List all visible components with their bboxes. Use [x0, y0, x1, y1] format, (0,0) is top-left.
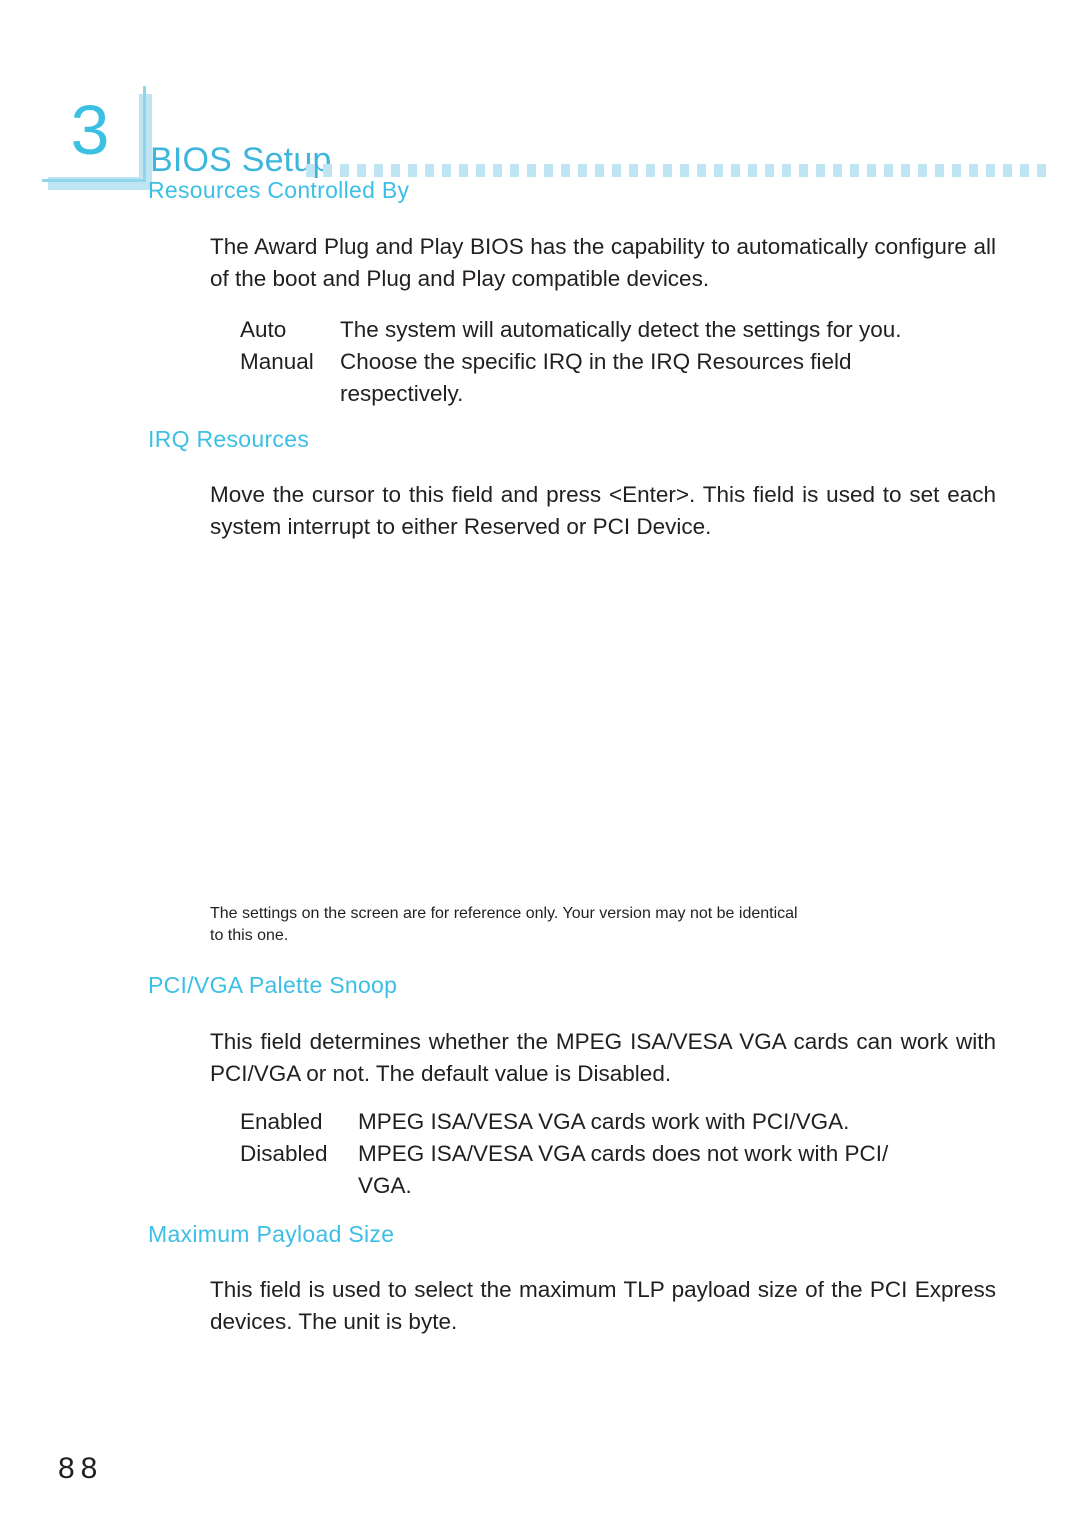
- option-term-enabled: Enabled: [240, 1109, 323, 1134]
- header-dot: [459, 164, 468, 177]
- header-dot: [527, 164, 536, 177]
- section-heading-maximum-payload-size: Maximum Payload Size: [148, 1221, 395, 1247]
- header-dot: [425, 164, 434, 177]
- option-desc-disabled: MPEG ISA/VESA VGA cards does not work wi…: [358, 1141, 889, 1166]
- header-dot: [765, 164, 774, 177]
- option-term-auto: Auto: [240, 317, 287, 342]
- header-dot: [595, 164, 604, 177]
- chapter-header: 3 BIOS Setup: [0, 42, 1080, 190]
- header-dot: [935, 164, 944, 177]
- header-dot: [850, 164, 859, 177]
- section-paragraph-pci-vga-palette-snoop: This field determines whether the MPEG I…: [210, 1029, 996, 1086]
- header-dot: [391, 164, 400, 177]
- header-dot: [357, 164, 366, 177]
- section-heading-irq-resources: IRQ Resources: [148, 426, 310, 452]
- option-desc-disabled-continuation: VGA.: [358, 1173, 412, 1198]
- section-heading-resources-controlled-by: Resources Controlled By: [148, 177, 410, 203]
- header-dot: [340, 164, 349, 177]
- header-dot: [884, 164, 893, 177]
- reference-note: The settings on the screen are for refer…: [210, 903, 996, 947]
- section-paragraph-resources-controlled-by: The Award Plug and Play BIOS has the cap…: [210, 234, 996, 291]
- header-dot: [833, 164, 842, 177]
- header-dot: [952, 164, 961, 177]
- section-paragraph-irq-resources: Move the cursor to this field and press …: [210, 482, 996, 539]
- section-paragraph-maximum-payload-size: This field is used to select the maximum…: [210, 1277, 996, 1334]
- header-dot: [493, 164, 502, 177]
- header-dot: [442, 164, 451, 177]
- option-desc-manual: Choose the specific IRQ in the IRQ Resou…: [340, 349, 852, 374]
- section-heading-pci-vga-palette-snoop: PCI/VGA Palette Snoop: [148, 972, 398, 998]
- header-dot: [901, 164, 910, 177]
- header-dot: [544, 164, 553, 177]
- header-dot: [663, 164, 672, 177]
- header-dot: [986, 164, 995, 177]
- header-dot-trail: [306, 164, 1046, 177]
- header-dot: [1020, 164, 1029, 177]
- header-dot: [799, 164, 808, 177]
- bios-screen-image-placeholder: [150, 560, 990, 880]
- header-dot: [510, 164, 519, 177]
- option-term-disabled: Disabled: [240, 1141, 328, 1166]
- header-dot: [476, 164, 485, 177]
- reference-note-line2: to this one.: [210, 927, 289, 944]
- header-dot: [323, 164, 332, 177]
- option-row-manual: Manual Choose the specific IRQ in the IR…: [240, 346, 996, 378]
- header-dot: [629, 164, 638, 177]
- option-desc-auto: The system will automatically detect the…: [340, 317, 902, 342]
- header-dot: [646, 164, 655, 177]
- option-term-manual: Manual: [240, 349, 314, 374]
- header-dot: [374, 164, 383, 177]
- header-dot: [1037, 164, 1046, 177]
- option-row-auto: Auto The system will automatically detec…: [240, 314, 996, 346]
- header-dot: [731, 164, 740, 177]
- header-dot: [680, 164, 689, 177]
- page-number: 88: [58, 1452, 104, 1485]
- header-dot: [612, 164, 621, 177]
- header-dot: [816, 164, 825, 177]
- header-dot: [561, 164, 570, 177]
- header-dot: [782, 164, 791, 177]
- header-dot: [408, 164, 417, 177]
- option-list-pci-vga-palette-snoop: Enabled MPEG ISA/VESA VGA cards work wit…: [240, 1106, 996, 1202]
- header-dot: [748, 164, 757, 177]
- option-desc-manual-continuation: respectively.: [340, 381, 464, 406]
- header-dot: [867, 164, 876, 177]
- reference-note-line1: The settings on the screen are for refer…: [210, 905, 798, 922]
- document-page: 3 BIOS Setup Resources Controlled By The…: [0, 0, 1080, 1528]
- header-dot: [918, 164, 927, 177]
- header-dot: [969, 164, 978, 177]
- header-dot: [714, 164, 723, 177]
- chapter-number: 3: [70, 91, 110, 169]
- option-row-disabled: Disabled MPEG ISA/VESA VGA cards does no…: [240, 1138, 996, 1170]
- option-list-resources-controlled-by: Auto The system will automatically detec…: [240, 314, 996, 410]
- option-desc-enabled: MPEG ISA/VESA VGA cards work with PCI/VG…: [358, 1109, 850, 1134]
- header-dot: [306, 164, 315, 177]
- chapter-title: BIOS Setup: [150, 141, 332, 179]
- option-row-enabled: Enabled MPEG ISA/VESA VGA cards work wit…: [240, 1106, 996, 1138]
- header-dot: [1003, 164, 1012, 177]
- header-dot: [697, 164, 706, 177]
- header-dot: [578, 164, 587, 177]
